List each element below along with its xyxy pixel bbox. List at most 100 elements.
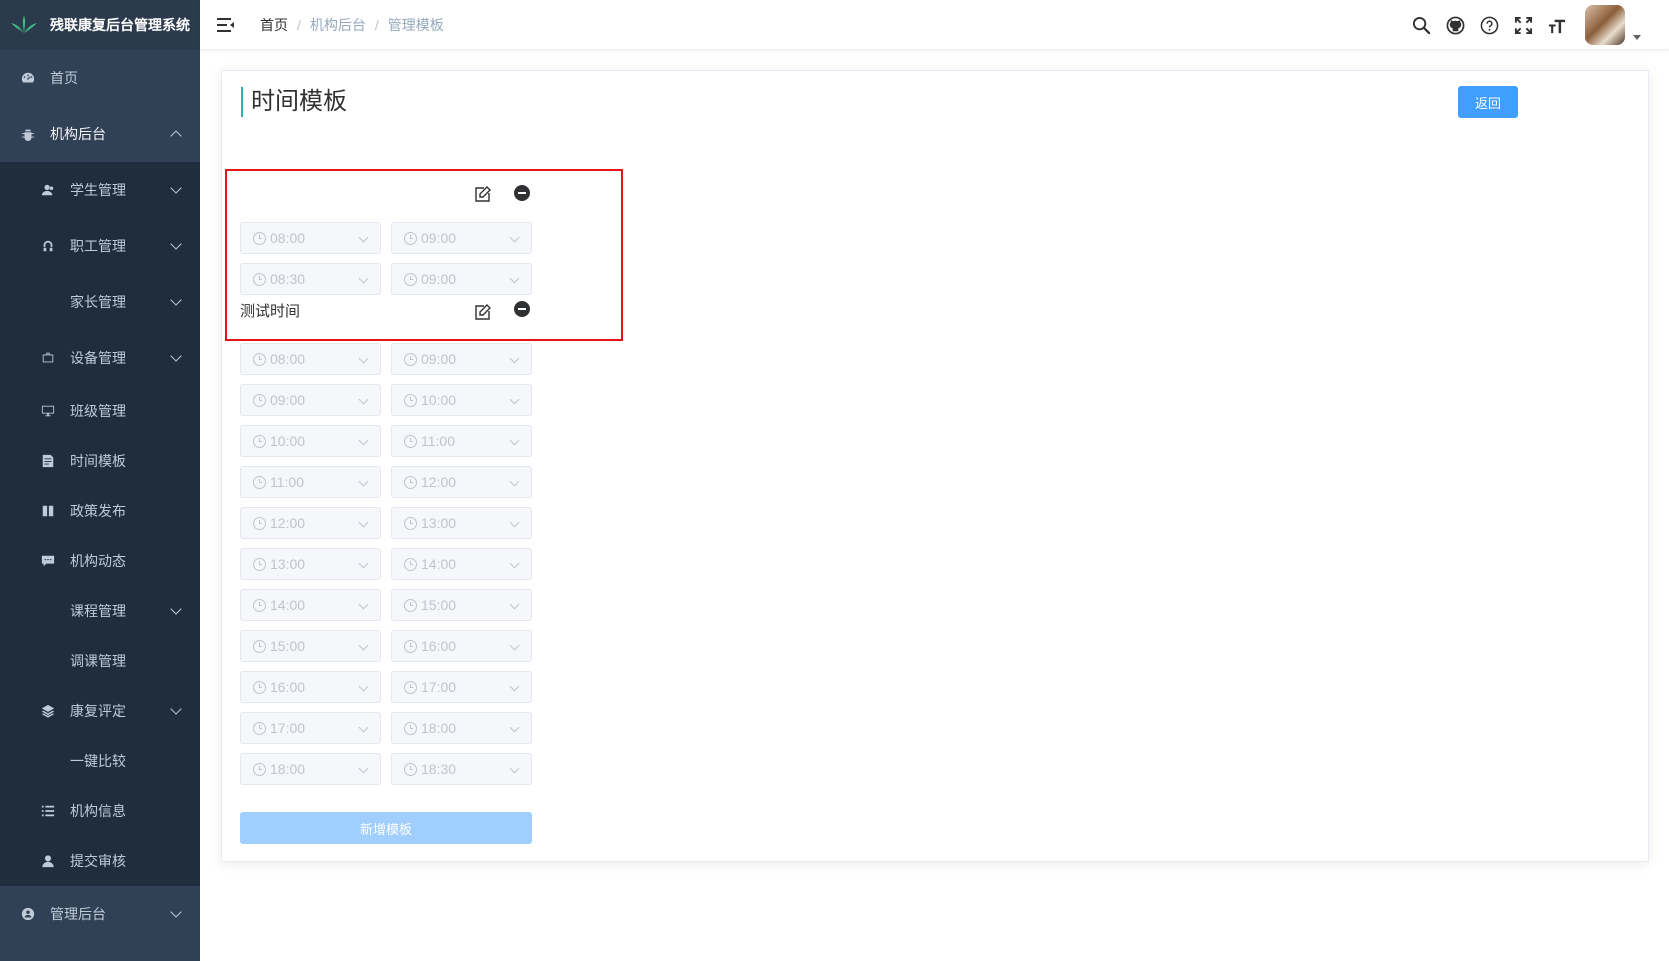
time-slot-row: 11:00 12:00 bbox=[240, 466, 533, 498]
end-time-select[interactable]: 18:30 bbox=[391, 753, 532, 785]
clock-icon bbox=[404, 352, 417, 366]
menu-admin-backend[interactable]: 管理后台 bbox=[0, 886, 200, 942]
chevron-down-icon bbox=[358, 599, 369, 610]
font-size-icon[interactable] bbox=[1547, 15, 1567, 35]
chevron-down-icon bbox=[509, 763, 520, 774]
menu-submit-review[interactable]: 提交审核 bbox=[0, 836, 200, 886]
start-time-select[interactable]: 13:00 bbox=[240, 548, 381, 580]
start-time-select[interactable]: 16:00 bbox=[240, 671, 381, 703]
github-icon[interactable] bbox=[1445, 15, 1465, 35]
user-group-icon bbox=[40, 182, 56, 198]
menu-home[interactable]: 首页 bbox=[0, 50, 200, 106]
chevron-down-icon bbox=[358, 517, 369, 528]
logo[interactable]: 残联康复后台管理系统 bbox=[0, 0, 200, 50]
chevron-down-icon bbox=[170, 603, 182, 615]
menu-assessment[interactable]: 康复评定 bbox=[0, 686, 200, 736]
back-button[interactable]: 返回 bbox=[1458, 86, 1518, 118]
caret-down-icon[interactable] bbox=[1633, 34, 1641, 40]
menu-classes[interactable]: 班级管理 bbox=[0, 386, 200, 436]
hamburger-icon[interactable] bbox=[216, 15, 236, 35]
start-time-select[interactable]: 08:00 bbox=[240, 343, 381, 375]
start-time-value: 17:00 bbox=[270, 720, 306, 736]
fullscreen-icon[interactable] bbox=[1513, 15, 1533, 35]
menu-students-label: 学生管理 bbox=[70, 182, 126, 198]
menu-org-backend[interactable]: 机构后台 bbox=[0, 106, 200, 162]
start-time-select[interactable]: 08:30 bbox=[240, 263, 381, 295]
clock-icon bbox=[404, 516, 417, 530]
start-time-value: 18:00 bbox=[270, 761, 306, 777]
end-time-select[interactable]: 15:00 bbox=[391, 589, 532, 621]
breadcrumb-org[interactable]: 机构后台 bbox=[310, 15, 366, 35]
start-time-select[interactable]: 09:00 bbox=[240, 384, 381, 416]
start-time-select[interactable]: 17:00 bbox=[240, 712, 381, 744]
start-time-select[interactable]: 18:00 bbox=[240, 753, 381, 785]
logo-icon bbox=[11, 16, 37, 33]
menu-compare[interactable]: 一键比较 bbox=[0, 736, 200, 786]
end-time-select[interactable]: 09:00 bbox=[391, 263, 532, 295]
menu-staff[interactable]: 职工管理 bbox=[0, 218, 200, 274]
navbar: 首页 / 机构后台 / 管理模板 bbox=[200, 0, 1669, 50]
menu-reschedule[interactable]: 调课管理 bbox=[0, 636, 200, 686]
menu-policy[interactable]: 政策发布 bbox=[0, 486, 200, 536]
chevron-down-icon bbox=[170, 294, 182, 306]
start-time-value: 12:00 bbox=[270, 515, 306, 531]
end-time-select[interactable]: 10:00 bbox=[391, 384, 532, 416]
breadcrumb-current: 管理模板 bbox=[387, 16, 444, 33]
start-time-select[interactable]: 08:00 bbox=[240, 222, 381, 254]
clock-icon bbox=[404, 393, 417, 407]
end-time-select[interactable]: 11:00 bbox=[391, 425, 532, 457]
menu-students[interactable]: 学生管理 bbox=[0, 162, 200, 218]
chevron-down-icon bbox=[358, 232, 369, 243]
avatar[interactable] bbox=[1585, 5, 1625, 45]
end-time-value: 09:00 bbox=[421, 351, 457, 367]
edit-icon[interactable] bbox=[474, 303, 492, 321]
chevron-down-icon bbox=[509, 353, 520, 364]
template-name: 测试时间 bbox=[240, 303, 301, 320]
menu-time-template[interactable]: 时间模板 bbox=[0, 436, 200, 486]
remove-icon[interactable] bbox=[514, 301, 530, 317]
end-time-select[interactable]: 14:00 bbox=[391, 548, 532, 580]
app-title: 残联康复后台管理系统 bbox=[50, 17, 190, 33]
start-time-select[interactable]: 10:00 bbox=[240, 425, 381, 457]
time-slot-row: 08:00 09:00 bbox=[240, 222, 533, 254]
layers-icon bbox=[40, 703, 56, 719]
add-template-button[interactable]: 新增模板 bbox=[240, 812, 532, 844]
start-time-select[interactable]: 12:00 bbox=[240, 507, 381, 539]
edit-icon[interactable] bbox=[474, 185, 492, 203]
org-submenu: 学生管理 职工管理 家长管理 设备管理 班级管理 时间模板 政策发布 机构动态 … bbox=[0, 162, 200, 886]
chevron-down-icon bbox=[509, 435, 520, 446]
end-time-select[interactable]: 09:00 bbox=[391, 343, 532, 375]
menu-courses[interactable]: 课程管理 bbox=[0, 586, 200, 636]
monitor-icon bbox=[40, 403, 56, 419]
start-time-value: 08:00 bbox=[270, 230, 306, 246]
time-slot-row: 17:00 18:00 bbox=[240, 712, 533, 744]
menu-news[interactable]: 机构动态 bbox=[0, 536, 200, 586]
sidebar: 残联康复后台管理系统 首页 机构后台 学生管理 职工管理 家长管理 设备管理 班… bbox=[0, 0, 200, 961]
end-time-select[interactable]: 16:00 bbox=[391, 630, 532, 662]
breadcrumb-home[interactable]: 首页 bbox=[260, 15, 288, 35]
end-time-select[interactable]: 18:00 bbox=[391, 712, 532, 744]
chevron-down-icon bbox=[358, 681, 369, 692]
clock-icon bbox=[253, 557, 266, 571]
search-icon[interactable] bbox=[1411, 15, 1431, 35]
start-time-select[interactable]: 15:00 bbox=[240, 630, 381, 662]
start-time-value: 08:00 bbox=[270, 351, 306, 367]
remove-icon[interactable] bbox=[514, 185, 530, 201]
menu-org-info[interactable]: 机构信息 bbox=[0, 786, 200, 836]
menu-devices[interactable]: 设备管理 bbox=[0, 330, 200, 386]
right-menu bbox=[1397, 0, 1641, 50]
end-time-select[interactable]: 17:00 bbox=[391, 671, 532, 703]
chevron-up-icon bbox=[170, 130, 182, 142]
start-time-select[interactable]: 14:00 bbox=[240, 589, 381, 621]
menu-policy-label: 政策发布 bbox=[70, 503, 126, 519]
time-slot-row: 14:00 15:00 bbox=[240, 589, 533, 621]
end-time-value: 10:00 bbox=[421, 392, 457, 408]
menu-assessment-label: 康复评定 bbox=[70, 703, 126, 719]
start-time-select[interactable]: 11:00 bbox=[240, 466, 381, 498]
end-time-select[interactable]: 13:00 bbox=[391, 507, 532, 539]
chevron-down-icon bbox=[170, 238, 182, 250]
end-time-select[interactable]: 09:00 bbox=[391, 222, 532, 254]
menu-parents[interactable]: 家长管理 bbox=[0, 274, 200, 330]
help-icon[interactable] bbox=[1479, 15, 1499, 35]
end-time-select[interactable]: 12:00 bbox=[391, 466, 532, 498]
